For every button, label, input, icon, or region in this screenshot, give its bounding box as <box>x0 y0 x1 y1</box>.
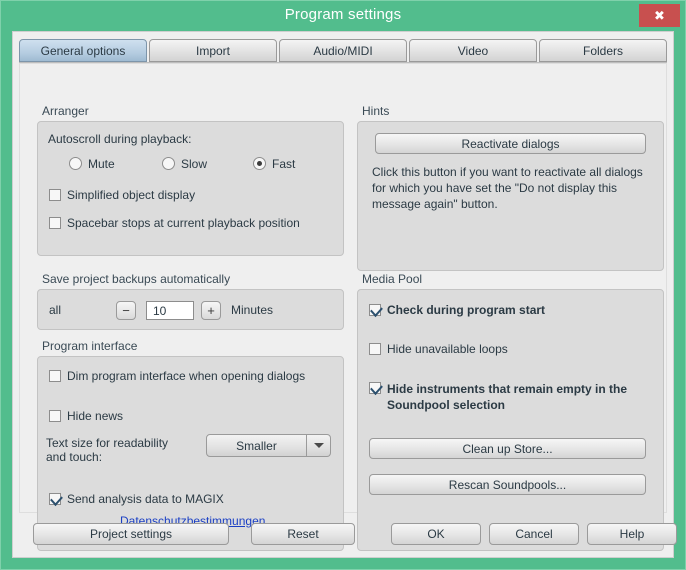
arranger-group: Arranger Autoscroll during playback: Mut… <box>37 104 344 256</box>
backups-decrement-button[interactable]: − <box>116 301 136 320</box>
tab-bar: General options Import Audio/MIDI Video … <box>19 39 667 62</box>
general-options-panel: Arranger Autoscroll during playback: Mut… <box>19 63 667 551</box>
backups-unit-label: Minutes <box>231 303 274 317</box>
checkbox-hide-news[interactable]: Hide news <box>49 409 123 423</box>
radio-fast-indicator[interactable] <box>253 157 266 170</box>
checkbox-check-during-start-label: Check during program start <box>387 303 546 317</box>
tab-general-options[interactable]: General options <box>19 39 147 62</box>
backups-group-label: Save project backups automatically <box>42 272 231 286</box>
chevron-down-icon[interactable] <box>307 434 331 457</box>
checkbox-hide-unavailable-loops-label: Hide unavailable loops <box>387 342 508 356</box>
text-size-label: Text size for readability and touch: <box>46 436 211 464</box>
checkbox-hide-news-box[interactable] <box>49 410 61 422</box>
text-size-dropdown[interactable]: Smaller <box>206 434 331 457</box>
radio-slow-label: Slow <box>181 157 208 171</box>
window-title: Program settings <box>284 6 402 23</box>
checkbox-hide-empty-instruments-box[interactable] <box>369 382 381 394</box>
checkbox-check-during-start[interactable]: Check during program start <box>369 303 545 317</box>
text-size-label-line1: Text size for readability <box>46 436 169 450</box>
checkbox-send-analysis-data[interactable]: Send analysis data to MAGIX <box>49 492 224 506</box>
hints-group-label: Hints <box>362 104 390 118</box>
arranger-group-label: Arranger <box>42 104 89 118</box>
checkbox-hide-empty-instruments-label: Hide instruments that remain empty in th… <box>387 382 628 412</box>
text-size-label-line2: and touch: <box>46 450 103 464</box>
reactivate-dialogs-button[interactable]: Reactivate dialogs <box>375 133 646 154</box>
checkbox-check-during-start-box[interactable] <box>369 304 381 316</box>
rescan-soundpools-button[interactable]: Rescan Soundpools... <box>369 474 646 495</box>
tab-folders[interactable]: Folders <box>539 39 667 62</box>
checkbox-simplified-object-display-box[interactable] <box>49 189 61 201</box>
checkbox-dim-interface-label: Dim program interface when opening dialo… <box>67 369 306 383</box>
tab-video[interactable]: Video <box>409 39 537 62</box>
media-pool-group-label: Media Pool <box>362 272 423 286</box>
radio-fast-label: Fast <box>272 157 296 171</box>
dialog-client-area: General options Import Audio/MIDI Video … <box>12 31 677 558</box>
tab-import[interactable]: Import <box>149 39 277 62</box>
autoscroll-label: Autoscroll during playback: <box>48 132 192 146</box>
checkbox-spacebar-stops[interactable]: Spacebar stops at current playback posit… <box>49 216 300 230</box>
checkbox-hide-news-label: Hide news <box>67 409 124 423</box>
dialog-footer: Project settings Reset OK Cancel Help <box>19 517 677 551</box>
backups-increment-button[interactable]: + <box>201 301 221 320</box>
checkbox-hide-empty-instruments[interactable]: Hide instruments that remain empty in th… <box>369 381 649 413</box>
program-interface-group-label: Program interface <box>42 339 138 353</box>
cancel-button[interactable]: Cancel <box>489 523 579 545</box>
clean-up-store-button[interactable]: Clean up Store... <box>369 438 646 459</box>
checkbox-send-analysis-data-box[interactable] <box>49 493 61 505</box>
text-size-dropdown-value[interactable]: Smaller <box>206 434 307 457</box>
checkbox-dim-interface[interactable]: Dim program interface when opening dialo… <box>49 369 305 383</box>
title-bar: Program settings ✖ <box>1 1 685 29</box>
checkbox-hide-unavailable-loops-box[interactable] <box>369 343 381 355</box>
radio-mute-indicator[interactable] <box>69 157 82 170</box>
backups-prefix-label: all <box>49 303 62 317</box>
hints-description: Click this button if you want to reactiv… <box>372 165 643 211</box>
radio-fast[interactable]: Fast <box>253 157 295 171</box>
radio-slow[interactable]: Slow <box>162 157 207 171</box>
radio-mute[interactable]: Mute <box>69 157 115 171</box>
backups-interval-input[interactable] <box>146 301 194 320</box>
ok-button[interactable]: OK <box>391 523 481 545</box>
media-pool-group: Media Pool Check during program start Hi… <box>357 272 664 551</box>
reset-button[interactable]: Reset <box>251 523 355 545</box>
checkbox-spacebar-stops-label: Spacebar stops at current playback posit… <box>67 216 300 230</box>
radio-mute-label: Mute <box>88 157 115 171</box>
checkbox-hide-unavailable-loops[interactable]: Hide unavailable loops <box>369 342 508 356</box>
radio-slow-indicator[interactable] <box>162 157 175 170</box>
hints-group: Hints Reactivate dialogs Click this butt… <box>357 104 664 271</box>
checkbox-send-analysis-data-label: Send analysis data to MAGIX <box>67 492 224 506</box>
backups-group: Save project backups automatically all −… <box>37 272 344 330</box>
checkbox-spacebar-stops-box[interactable] <box>49 217 61 229</box>
checkbox-dim-interface-box[interactable] <box>49 370 61 382</box>
project-settings-button[interactable]: Project settings <box>33 523 229 545</box>
tab-audio-midi[interactable]: Audio/MIDI <box>279 39 407 62</box>
checkbox-simplified-object-display-label: Simplified object display <box>67 188 196 202</box>
help-button[interactable]: Help <box>587 523 677 545</box>
close-icon[interactable]: ✖ <box>639 4 680 27</box>
program-settings-dialog: Program settings ✖ General options Impor… <box>0 0 686 570</box>
checkbox-simplified-object-display[interactable]: Simplified object display <box>49 188 195 202</box>
